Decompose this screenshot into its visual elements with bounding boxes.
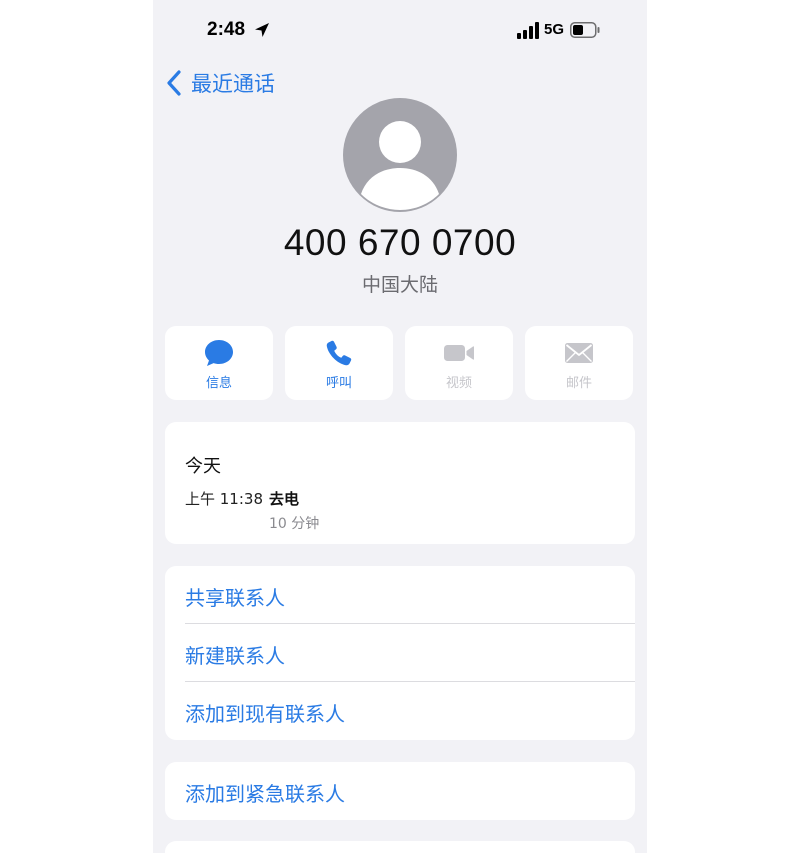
- call-time: 上午 11:38: [185, 490, 263, 508]
- message-label: 信息: [205, 376, 232, 391]
- message-button[interactable]: 信息: [165, 326, 273, 400]
- call-button[interactable]: 呼叫: [285, 326, 393, 400]
- network-type: 5G: [544, 21, 565, 38]
- status-time: 2:48: [207, 19, 246, 40]
- video-camera-icon: [444, 345, 474, 361]
- action-buttons: 信息 呼叫 视频 邮件: [165, 326, 635, 400]
- battery-icon: [570, 22, 600, 38]
- video-label: 视频: [445, 376, 472, 391]
- call-label: 呼叫: [325, 376, 352, 391]
- back-button[interactable]: 最近通话: [165, 66, 275, 100]
- video-button[interactable]: 视频: [405, 326, 513, 400]
- add-emergency-contact-label: 添加到紧急联系人: [185, 782, 345, 806]
- phone-region: 中国大陆: [361, 274, 438, 296]
- mail-button[interactable]: 邮件: [525, 326, 633, 400]
- call-type: 去电: [269, 490, 300, 508]
- add-to-existing-contact-button[interactable]: 添加到现有联系人: [165, 682, 635, 740]
- mail-label: 邮件: [565, 376, 592, 391]
- person-silhouette-icon: [361, 121, 439, 210]
- share-contact-label: 共享联系人: [185, 586, 285, 610]
- message-bubble-icon: [205, 340, 233, 366]
- envelope-icon: [565, 343, 593, 363]
- new-contact-label: 新建联系人: [185, 644, 285, 668]
- add-to-existing-contact-label: 添加到现有联系人: [185, 702, 345, 726]
- call-duration: 10 分钟: [269, 516, 320, 532]
- phone-number: 400 670 0700: [283, 222, 517, 263]
- share-contact-button[interactable]: 共享联系人: [165, 566, 635, 624]
- back-label: 最近通话: [191, 72, 275, 96]
- phone-icon: [326, 340, 352, 366]
- chevron-left-icon: [167, 70, 181, 96]
- recent-calls-card: 今天 上午 11:38 去电 10 分钟: [165, 422, 635, 544]
- phone-screen: 2:48 5G 最近通话 400 670 0700 中国大陆 信息 呼叫 视频 …: [153, 0, 647, 853]
- add-emergency-contact-button[interactable]: 添加到紧急联系人: [165, 762, 635, 820]
- new-contact-button[interactable]: 新建联系人: [165, 624, 635, 682]
- contact-avatar: [343, 98, 457, 212]
- next-card-partial: [165, 841, 635, 853]
- location-arrow-icon: [255, 23, 269, 37]
- contact-actions-card: 共享联系人 新建联系人 添加到现有联系人: [165, 566, 635, 740]
- signal-bars-icon: [517, 22, 539, 39]
- call-day: 今天: [185, 456, 221, 477]
